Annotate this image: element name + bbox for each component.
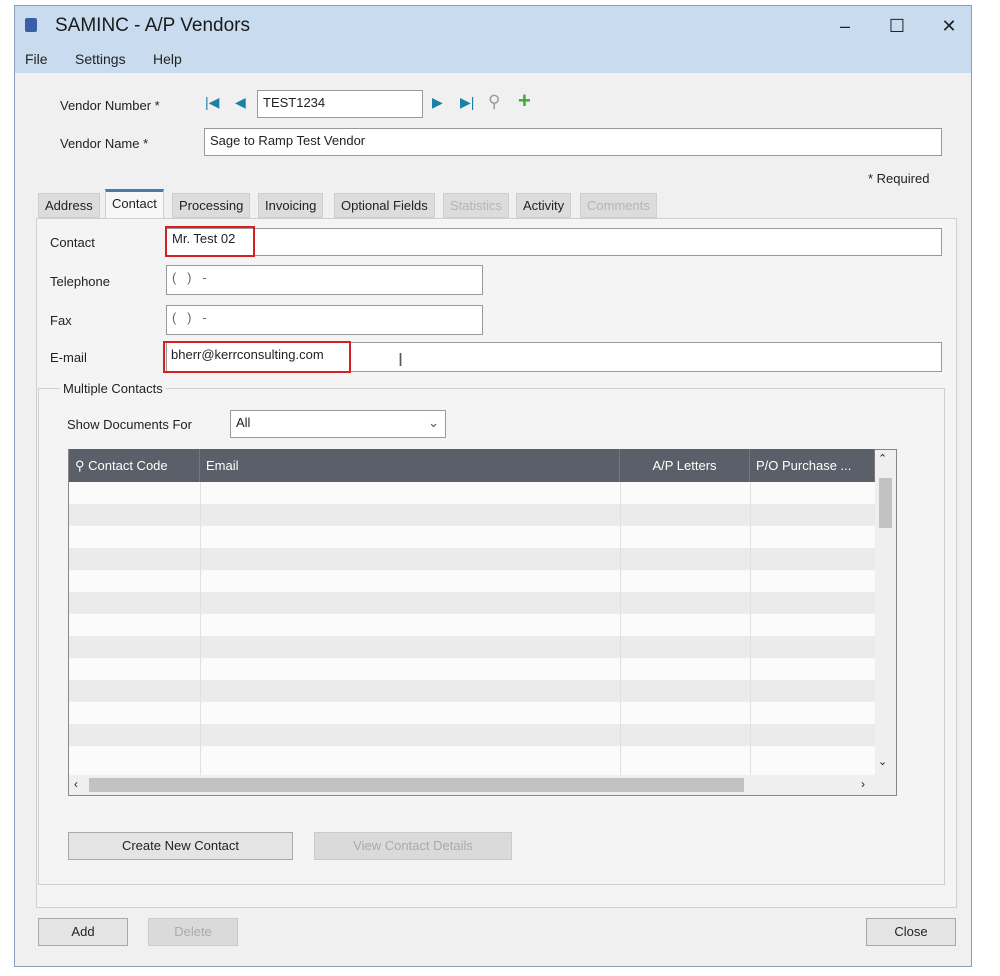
column-header-contact-code[interactable]: ⚲ Contact Code (69, 449, 200, 482)
last-record-icon[interactable]: ▶| (460, 94, 474, 111)
grid-search-icon[interactable]: ⚲ (75, 458, 88, 473)
minimize-button[interactable]: – (825, 12, 865, 40)
next-record-icon[interactable]: ▶ (432, 94, 443, 111)
vendor-number-input[interactable]: TEST1234 (257, 90, 423, 118)
email-label: E-mail (50, 350, 87, 365)
menu-help[interactable]: Help (153, 51, 182, 67)
show-documents-select[interactable]: All ⌄ (230, 410, 446, 438)
table-row[interactable] (69, 636, 875, 658)
contact-input[interactable] (166, 228, 942, 256)
table-row[interactable] (69, 504, 875, 526)
horizontal-scroll-thumb[interactable] (89, 778, 744, 792)
title-bar: SAMINC - A/P Vendors – ☐ ✕ (15, 6, 971, 46)
fax-label: Fax (50, 313, 72, 328)
chevron-down-icon: ⌄ (428, 415, 439, 430)
column-divider (200, 482, 201, 775)
vendor-name-label: Vendor Name * (60, 136, 149, 151)
menu-settings[interactable]: Settings (75, 51, 126, 67)
table-row[interactable] (69, 482, 875, 504)
add-icon[interactable]: + (518, 88, 531, 114)
show-documents-label: Show Documents For (67, 417, 192, 432)
scroll-right-icon[interactable]: › (861, 777, 865, 791)
table-row[interactable] (69, 658, 875, 680)
vendor-name-input[interactable]: Sage to Ramp Test Vendor (204, 128, 942, 156)
column-header-ap-letters[interactable]: A/P Letters (620, 449, 750, 482)
tab-address[interactable]: Address (38, 193, 100, 218)
tab-comments: Comments (580, 193, 657, 218)
create-new-contact-button[interactable]: Create New Contact (68, 832, 293, 860)
vertical-scroll-thumb[interactable] (879, 478, 892, 528)
table-row[interactable] (69, 548, 875, 570)
maximize-button[interactable]: ☐ (877, 12, 917, 40)
table-row[interactable] (69, 592, 875, 614)
column-header-po-purchase[interactable]: P/O Purchase ... (750, 449, 875, 482)
vertical-scrollbar[interactable]: ⌃ ⌄ (875, 450, 896, 775)
telephone-input[interactable]: ( ) - (166, 265, 483, 295)
table-row[interactable] (69, 680, 875, 702)
menu-bar: File Settings Help (15, 46, 971, 73)
scroll-up-icon[interactable]: ⌃ (878, 452, 887, 465)
text-cursor-icon: I (398, 350, 404, 370)
table-row[interactable] (69, 746, 875, 775)
show-documents-value: All (236, 415, 251, 430)
delete-button: Delete (148, 918, 238, 946)
tab-invoicing[interactable]: Invoicing (258, 193, 324, 218)
contact-value: Mr. Test 02 (165, 226, 255, 257)
search-icon[interactable]: ⚲ (488, 92, 500, 112)
table-row[interactable] (69, 526, 875, 548)
previous-record-icon[interactable]: ◀ (235, 94, 246, 111)
column-divider (750, 482, 751, 775)
table-row[interactable] (69, 724, 875, 746)
app-lock-icon (25, 18, 37, 32)
multiple-contacts-label: Multiple Contacts (60, 381, 166, 396)
required-note: * Required (868, 171, 930, 186)
tab-activity[interactable]: Activity (516, 193, 572, 218)
scroll-down-icon[interactable]: ⌄ (878, 755, 887, 768)
window-title: SAMINC - A/P Vendors (55, 15, 251, 36)
table-row[interactable] (69, 614, 875, 636)
contact-label: Contact (50, 235, 95, 250)
scroll-left-icon[interactable]: ‹ (74, 777, 78, 791)
close-window-button[interactable]: ✕ (929, 12, 969, 40)
horizontal-scrollbar[interactable]: ‹ › (69, 775, 896, 795)
column-header-email[interactable]: Email (200, 449, 620, 482)
tab-optional-fields[interactable]: Optional Fields (334, 193, 435, 218)
email-value: bherr@kerrconsulting.com (163, 341, 351, 373)
close-button[interactable]: Close (866, 918, 956, 946)
tab-contact[interactable]: Contact (105, 189, 164, 219)
fax-input[interactable]: ( ) - (166, 305, 483, 335)
telephone-label: Telephone (50, 274, 110, 289)
tab-statistics: Statistics (443, 193, 510, 218)
view-contact-details-button: View Contact Details (314, 832, 512, 860)
first-record-icon[interactable]: |◀ (205, 94, 219, 111)
tab-processing[interactable]: Processing (172, 193, 251, 218)
column-divider (620, 482, 621, 775)
table-row[interactable] (69, 702, 875, 724)
table-row[interactable] (69, 570, 875, 592)
menu-file[interactable]: File (25, 51, 48, 67)
add-button[interactable]: Add (38, 918, 128, 946)
vendor-number-label: Vendor Number * (60, 98, 160, 113)
